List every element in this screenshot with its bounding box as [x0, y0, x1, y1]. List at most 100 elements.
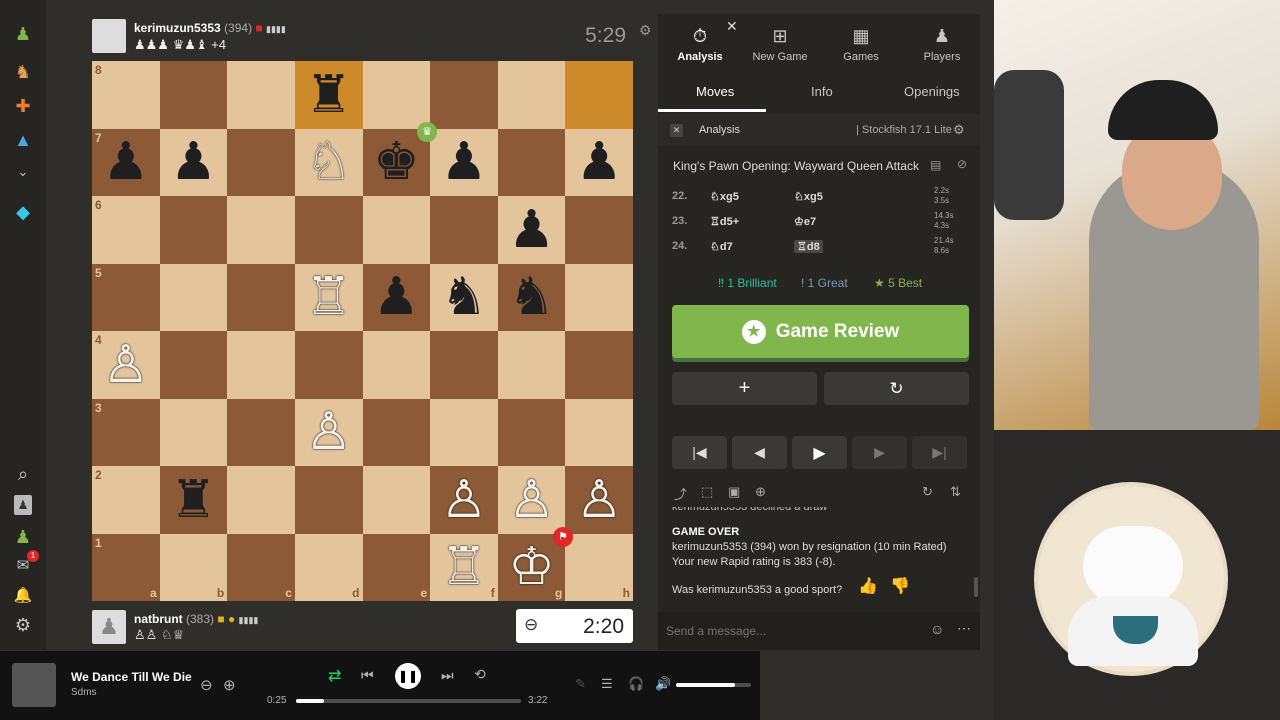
bell-icon[interactable]: 🔔: [11, 583, 35, 607]
square-b8[interactable]: [159, 61, 228, 129]
album-art[interactable]: [12, 663, 56, 707]
square-h2[interactable]: ♙: [565, 466, 633, 534]
square-f7[interactable]: ♟: [430, 128, 498, 196]
black-piece[interactable]: ♟: [170, 136, 217, 188]
square-a7[interactable]: 7 ♟: [92, 128, 160, 196]
square-g4[interactable]: [497, 331, 566, 399]
top-player-name[interactable]: kerimuzun5353: [134, 21, 221, 35]
track-artist[interactable]: Sdms: [71, 687, 97, 698]
square-a1[interactable]: 1a: [92, 533, 160, 601]
track-title[interactable]: We Dance Till We Die: [71, 670, 192, 684]
toggle-analysis-icon[interactable]: ✕: [670, 124, 683, 137]
square-b5[interactable]: [159, 263, 228, 331]
square-a2[interactable]: 2: [92, 466, 160, 534]
engine-settings-icon[interactable]: ⚙: [953, 122, 965, 138]
white-move[interactable]: ♖d5+: [710, 215, 739, 228]
board-settings-icon[interactable]: ⚙: [639, 22, 652, 39]
top-player-avatar[interactable]: [92, 19, 126, 53]
more-icon[interactable]: ⌄: [11, 160, 35, 184]
black-piece[interactable]: ♜: [305, 69, 352, 121]
subtab-info[interactable]: Info: [811, 84, 833, 99]
people-icon[interactable]: ♟: [11, 525, 35, 549]
share-icon[interactable]: ⤴: [674, 484, 687, 503]
puzzle-icon[interactable]: ✚: [11, 94, 35, 118]
progress-track[interactable]: [296, 699, 521, 703]
black-move[interactable]: ♘xg5: [794, 190, 823, 203]
square-e6[interactable]: [362, 196, 431, 264]
white-move[interactable]: ♘d7: [710, 240, 733, 253]
square-g2[interactable]: ♙: [497, 466, 566, 534]
square-b6[interactable]: [159, 196, 228, 264]
shuffle-icon[interactable]: ⇄: [328, 666, 341, 686]
thumbs-down-icon[interactable]: 👎: [890, 579, 910, 595]
rematch-button[interactable]: ↻: [824, 372, 969, 405]
black-move[interactable]: ♖d8: [794, 240, 823, 253]
square-a3[interactable]: 3: [92, 398, 160, 466]
chat-input[interactable]: [666, 620, 916, 642]
black-piece[interactable]: ♞: [508, 271, 555, 323]
tab-new-game[interactable]: ⊞ New Game: [740, 26, 820, 63]
square-b2[interactable]: ♜: [159, 466, 228, 534]
chat-more-icon[interactable]: ⋯: [957, 620, 971, 637]
square-g7[interactable]: [497, 128, 566, 196]
play-icon[interactable]: ♞: [11, 60, 35, 84]
square-a8[interactable]: 8: [92, 61, 160, 129]
white-move[interactable]: ♘xg5: [710, 190, 739, 203]
square-c8[interactable]: [227, 61, 295, 129]
volume-slider[interactable]: [676, 683, 751, 687]
square-h7[interactable]: ♟: [565, 128, 633, 196]
black-piece[interactable]: ♟: [441, 136, 488, 188]
book-icon[interactable]: ▤: [930, 158, 941, 172]
square-d2[interactable]: [294, 466, 363, 534]
square-f4[interactable]: [430, 331, 498, 399]
square-c1[interactable]: c: [227, 533, 295, 601]
square-a4[interactable]: 4 ♙: [92, 331, 160, 399]
block-icon[interactable]: ⊘: [957, 157, 967, 171]
zoom-icon[interactable]: ⊕: [755, 484, 766, 500]
square-g5[interactable]: ♞: [497, 263, 566, 331]
square-f3[interactable]: [430, 398, 498, 466]
square-e4[interactable]: [362, 331, 431, 399]
learn-icon[interactable]: ▲: [11, 128, 35, 152]
white-piece[interactable]: ♘: [305, 136, 352, 188]
square-d8[interactable]: ♜: [294, 61, 363, 129]
remove-icon[interactable]: ⊖: [200, 676, 213, 694]
square-c7[interactable]: [227, 128, 295, 196]
previous-track-icon[interactable]: ⏮: [361, 667, 374, 684]
square-h1[interactable]: h: [565, 533, 633, 601]
flip-board-icon[interactable]: ⇅: [950, 484, 961, 500]
tab-analysis[interactable]: ⏱ Analysis: [660, 26, 740, 63]
next-move-button[interactable]: ▶: [852, 436, 907, 469]
square-h8[interactable]: [565, 61, 633, 129]
square-d7[interactable]: ♘: [294, 128, 363, 196]
square-b3[interactable]: [159, 398, 228, 466]
reload-icon[interactable]: ↻: [922, 484, 933, 500]
white-piece[interactable]: ♙: [508, 474, 555, 526]
queue-icon[interactable]: ☰: [601, 676, 613, 692]
gem-icon[interactable]: ◆: [11, 200, 35, 224]
square-d1[interactable]: d: [294, 533, 363, 601]
settings-icon[interactable]: ⚙: [11, 613, 35, 637]
square-d4[interactable]: [294, 331, 363, 399]
tab-players[interactable]: ♟ Players: [902, 26, 982, 63]
black-move[interactable]: ♔e7: [794, 215, 816, 228]
play-moves-button[interactable]: ▶: [792, 436, 847, 469]
next-track-icon[interactable]: ⏭: [441, 667, 454, 684]
add-button[interactable]: +: [672, 372, 817, 405]
square-e2[interactable]: [362, 466, 431, 534]
square-e8[interactable]: [362, 61, 431, 129]
square-c6[interactable]: [227, 196, 295, 264]
black-piece[interactable]: ♟: [373, 271, 420, 323]
square-f8[interactable]: [430, 61, 498, 129]
volume-icon[interactable]: 🔊: [655, 676, 671, 692]
black-piece[interactable]: ♟: [508, 204, 555, 256]
device-icon[interactable]: 🎧: [628, 676, 644, 692]
square-g3[interactable]: [497, 398, 566, 466]
thumbs-up-icon[interactable]: 👍: [858, 579, 878, 595]
black-piece[interactable]: ♟: [576, 136, 623, 188]
square-h3[interactable]: [565, 398, 633, 466]
square-b7[interactable]: ♟: [159, 128, 228, 196]
square-f5[interactable]: ♞: [430, 263, 498, 331]
square-f6[interactable]: [430, 196, 498, 264]
square-c4[interactable]: [227, 331, 295, 399]
